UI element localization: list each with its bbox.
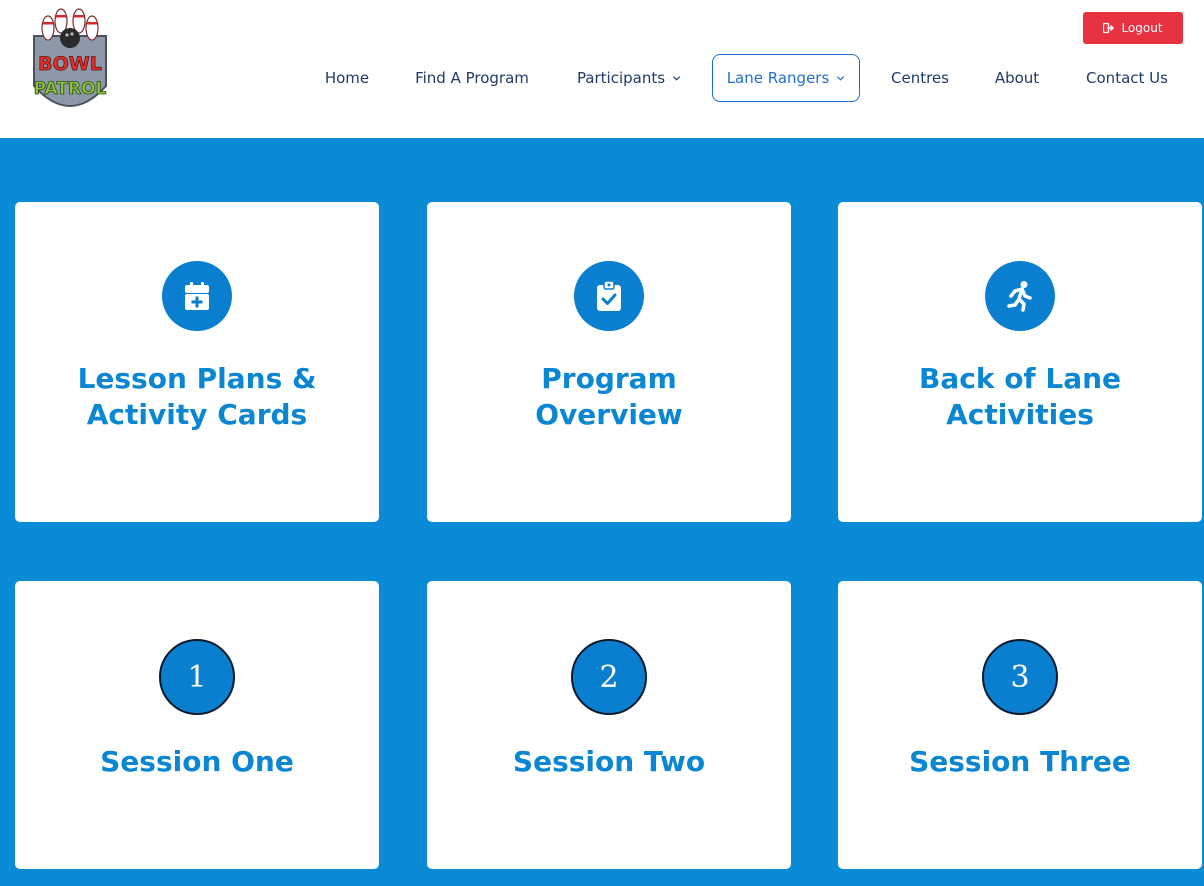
nav-item-participants[interactable]: Participants [566,54,692,102]
card-lesson-plans[interactable]: Lesson Plans & Activity Cards [15,202,379,522]
nav-item-find-a-program[interactable]: Find A Program [405,54,539,102]
card-title: Lesson Plans & Activity Cards [77,362,317,431]
number-badge: 2 [571,639,647,715]
nav-item-contact-us[interactable]: Contact Us [1074,54,1180,102]
calendar-plus-icon [162,261,232,331]
nav-item-centres[interactable]: Centres [882,54,958,102]
number-badge: 3 [982,639,1058,715]
card-title: Session One [100,745,294,778]
nav-label: Home [324,69,370,87]
logout-label: Logout [1121,21,1163,35]
running-icon [985,261,1055,331]
number-badge: 1 [159,639,235,715]
nav-label: Contact Us [1086,69,1168,87]
chevron-down-icon [672,75,681,81]
card-session-two[interactable]: 2 Session Two [427,581,791,869]
card-title: Session Three [909,745,1131,778]
nav-label: Participants [576,69,666,87]
sign-out-icon [1103,22,1115,34]
nav-label: Lane Rangers [726,69,830,87]
nav-label: Find A Program [415,69,529,87]
logout-button[interactable]: Logout [1083,12,1183,44]
card-session-three[interactable]: 3 Session Three [838,581,1202,869]
clipboard-check-icon [574,261,644,331]
nav-label: About [994,69,1040,87]
card-session-one[interactable]: 1 Session One [15,581,379,869]
site-header: BOWL PATROL Logout Home Find A Program P… [0,0,1204,138]
nav-item-lane-rangers[interactable]: Lane Rangers [712,54,860,102]
chevron-down-icon [837,75,845,81]
main-nav: Home Find A Program Participants Lane Ra… [0,54,1204,102]
nav-label: Centres [891,69,949,87]
nav-item-home[interactable]: Home [318,54,376,102]
main-content: Lesson Plans & Activity Cards Program Ov… [0,138,1204,886]
card-back-of-lane[interactable]: Back of Lane Activities [838,202,1202,522]
nav-item-about[interactable]: About [985,54,1049,102]
card-title: Session Two [512,745,706,778]
card-title: Back of Lane Activities [918,362,1122,431]
card-program-overview[interactable]: Program Overview [427,202,791,522]
card-title: Program Overview [535,362,683,431]
